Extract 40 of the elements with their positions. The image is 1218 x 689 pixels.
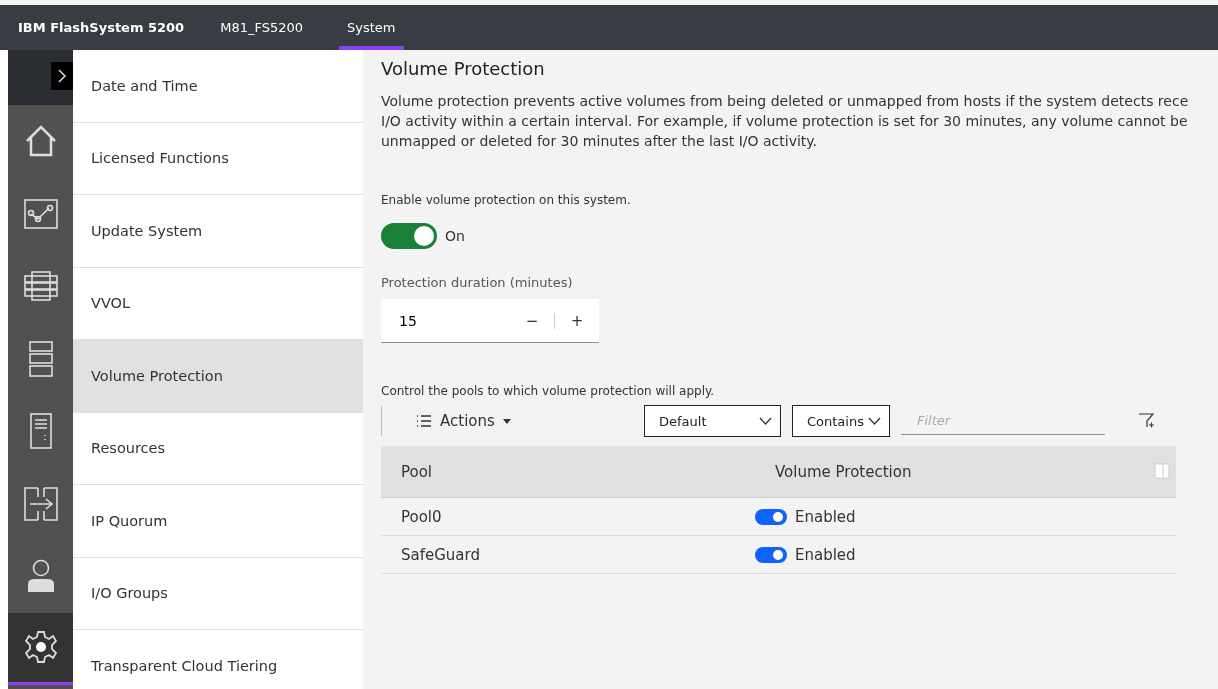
column-header: Pool — [400, 462, 434, 481]
caret-icon — [502, 418, 511, 424]
list-icon — [416, 415, 432, 427]
description: Volume protection prevents active volumes from being deleted or unmapped from hosts if the system detects rece I/O activity within a certain interval. For example, if volume protection is set for 30 minutes, any volume cannot be unmapped or deleted for 30 minutes after the last I/O activity. — [381, 92, 1190, 151]
line-chart-icon — [23, 198, 58, 229]
duration-label: Protection duration (minutes) — [381, 275, 574, 290]
actions-menu[interactable]: Actions — [410, 411, 517, 431]
nav-item[interactable]: Volume Protection — [73, 340, 363, 413]
table-cell-text: Pool0 — [400, 507, 443, 526]
toggle-label: On — [445, 228, 465, 244]
chevron-down-icon — [759, 417, 772, 425]
transfer-icon — [23, 486, 58, 521]
product-name: IBM FlashSystem 5200 — [18, 19, 185, 37]
column-header: Volume Protection — [774, 462, 913, 481]
server-icon — [29, 413, 52, 450]
chevron-right-icon — [58, 69, 66, 83]
table-cell-text: SafeGuard — [400, 545, 481, 564]
chevron-down-icon — [868, 417, 881, 425]
volume-stack-icon — [28, 340, 53, 377]
toggle-switch[interactable] — [381, 223, 437, 249]
match-select[interactable]: Contains — [792, 405, 890, 437]
user-icon — [26, 559, 55, 594]
toggle-switch[interactable] — [755, 546, 787, 563]
enable-label: Enable volume protection on this system. — [381, 193, 632, 207]
add-filter-icon[interactable] — [1138, 413, 1154, 429]
page-title: Volume Protection — [381, 58, 546, 79]
number-value: 15 — [399, 312, 418, 329]
filter-field[interactable]: Filter — [901, 407, 1105, 435]
system-name: M81_FS5200 — [220, 19, 303, 37]
view-select[interactable]: Default — [644, 405, 781, 437]
stacked-disks-icon — [23, 271, 58, 302]
status-text: Enabled — [795, 507, 856, 526]
number-input[interactable]: 15 − + — [381, 299, 599, 343]
decrement-button[interactable]: − — [510, 310, 554, 331]
increment-button[interactable]: + — [555, 310, 599, 331]
toggle-switch[interactable] — [755, 508, 787, 525]
pools-label: Control the pools to which volume protection will apply. — [381, 384, 716, 398]
expand-button[interactable] — [51, 62, 73, 90]
status-text: Enabled — [795, 545, 856, 564]
settings-icon — [24, 631, 57, 664]
